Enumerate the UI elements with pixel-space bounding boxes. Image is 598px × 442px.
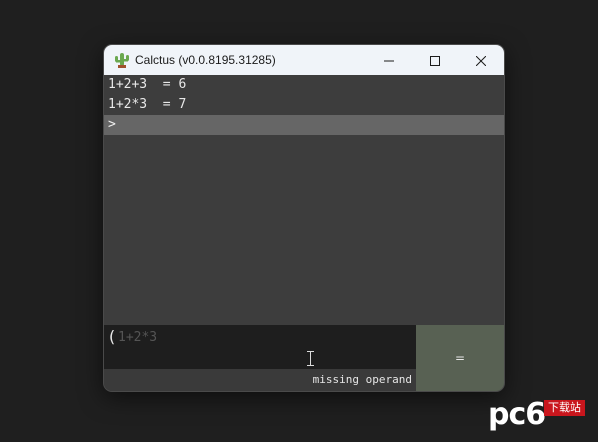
minimize-button[interactable] bbox=[366, 45, 412, 75]
watermark-brand: pc6 bbox=[488, 397, 546, 432]
status-bar: missing operand bbox=[104, 369, 416, 391]
maximize-icon bbox=[430, 51, 440, 70]
input-hint: 1+2*3 bbox=[118, 330, 158, 345]
title-bar[interactable]: Calctus (v0.0.8195.31285) bbox=[104, 45, 504, 75]
equals-button[interactable]: = bbox=[416, 325, 504, 391]
console-area[interactable] bbox=[104, 135, 504, 325]
close-icon bbox=[475, 51, 487, 70]
cactus-icon bbox=[113, 51, 131, 69]
history-line[interactable]: 1+2*3 = 7 bbox=[108, 95, 186, 115]
close-button[interactable] bbox=[458, 45, 504, 75]
history-list: 1+2+3 = 6 1+2*3 = 7 bbox=[104, 75, 504, 115]
active-prompt-line[interactable]: > bbox=[104, 115, 504, 135]
minimize-icon bbox=[384, 51, 394, 70]
expression-input[interactable]: ( 1+2*3 bbox=[104, 325, 416, 369]
window-title: Calctus (v0.0.8195.31285) bbox=[135, 53, 276, 67]
history-line[interactable]: 1+2+3 = 6 bbox=[108, 75, 186, 95]
watermark-badge: 下载站 bbox=[544, 400, 585, 416]
maximize-button[interactable] bbox=[412, 45, 458, 75]
watermark-logo: pc6 下载站 bbox=[488, 397, 592, 435]
input-open-paren: ( bbox=[107, 327, 117, 346]
prompt-symbol: > bbox=[108, 117, 116, 132]
status-message: missing operand bbox=[312, 373, 412, 386]
calctus-window: Calctus (v0.0.8195.31285) 1+2+3 = 6 1+2*… bbox=[104, 45, 504, 391]
text-cursor-icon bbox=[306, 351, 315, 366]
